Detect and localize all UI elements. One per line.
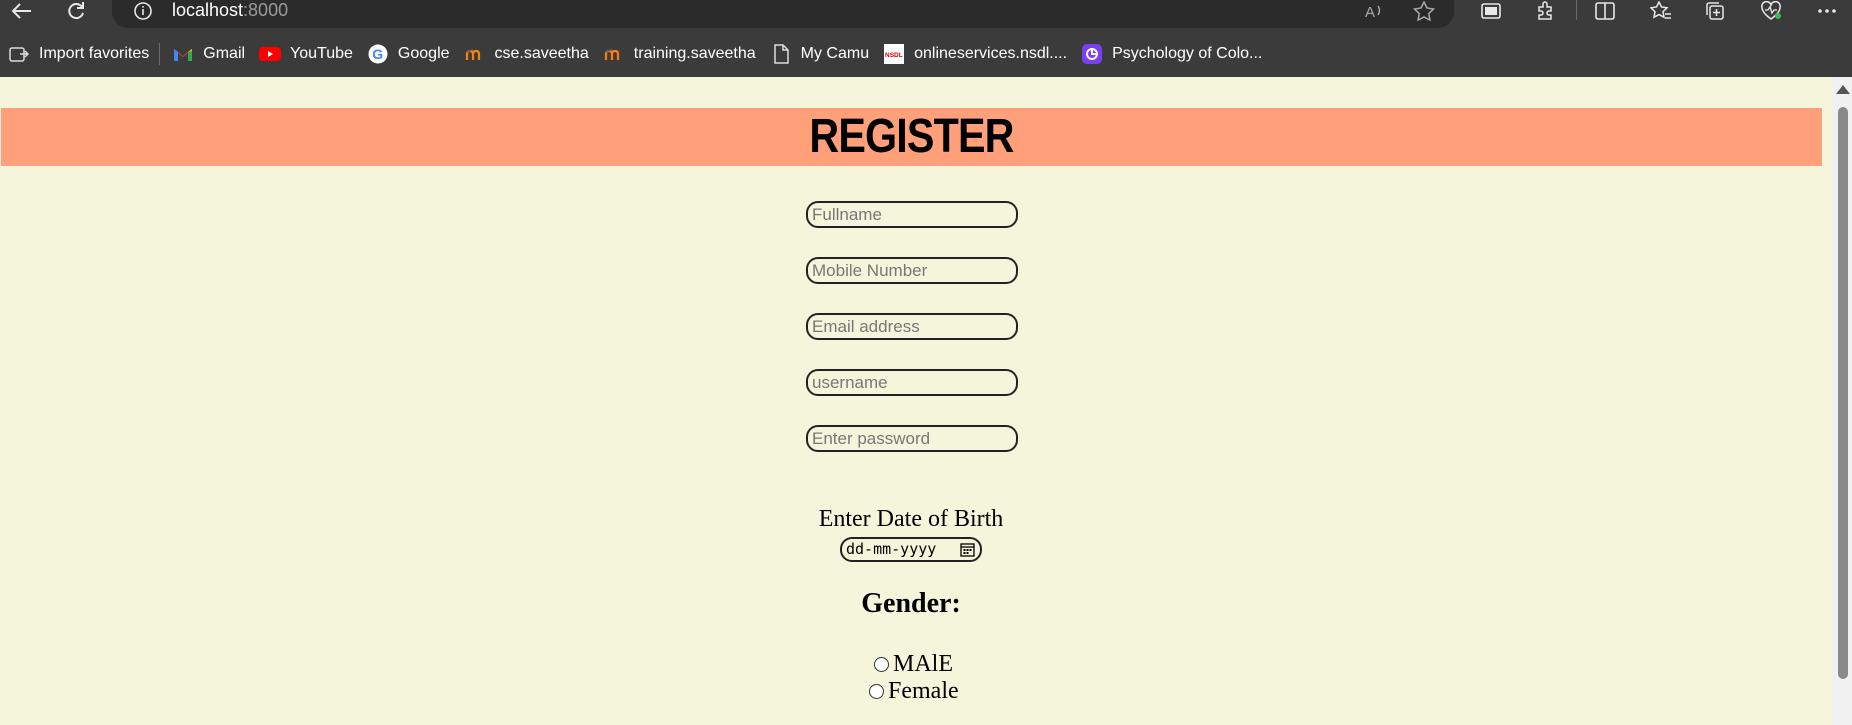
bookmarks-bar: Import favorites Gmail YouTube G Google … — [0, 30, 1852, 77]
more-menu-icon[interactable] — [1814, 0, 1840, 22]
page-scrollbar[interactable] — [1832, 77, 1852, 725]
gender-option-female[interactable]: Female — [869, 678, 959, 705]
address-bar[interactable]: localhost:8000 A — [112, 0, 1454, 28]
password-input[interactable] — [806, 425, 1018, 452]
username-input[interactable] — [806, 369, 1018, 396]
url-text[interactable]: localhost:8000 — [172, 0, 288, 22]
url-port: :8000 — [243, 0, 289, 20]
bookmark-label: training.saveetha — [633, 44, 756, 62]
read-aloud-icon[interactable]: A — [1362, 0, 1386, 22]
moodle-icon — [464, 43, 486, 65]
email-input[interactable] — [806, 313, 1018, 340]
dob-label: Enter Date of Birth — [818, 506, 1004, 532]
gender-option-label: Female — [888, 678, 959, 704]
back-icon[interactable] — [8, 0, 36, 22]
browser-essentials-icon[interactable] — [1758, 0, 1784, 22]
refresh-icon[interactable] — [62, 0, 90, 22]
bookmark-youtube[interactable]: YouTube — [255, 39, 363, 69]
site-info-icon[interactable] — [132, 0, 154, 22]
svg-text:A: A — [1365, 4, 1375, 20]
bookmark-label: Google — [397, 44, 450, 62]
bookmark-import-favorites[interactable]: Import favorites — [4, 39, 159, 69]
import-icon — [8, 43, 30, 65]
url-host: localhost — [172, 0, 244, 20]
register-header: REGISTER — [1, 108, 1822, 166]
bookmark-label: Psychology of Colo... — [1112, 44, 1263, 62]
toolbar-divider — [1576, 0, 1577, 20]
split-screen-icon[interactable] — [1592, 0, 1618, 22]
dob-date-input[interactable]: dd-mm-yyyy — [840, 537, 982, 562]
gender-option-male[interactable]: MAlE — [874, 651, 953, 678]
bookmark-label: onlineservices.nsdl.... — [914, 44, 1068, 62]
male-radio[interactable] — [874, 657, 889, 672]
dob-value: dd-mm-yyyy — [846, 540, 937, 558]
collections-icon[interactable] — [1702, 0, 1728, 22]
canva-icon — [1081, 43, 1103, 65]
page-title: REGISTER — [809, 110, 1014, 163]
bookmark-label: cse.saveetha — [494, 44, 589, 62]
gmail-icon — [172, 43, 194, 65]
svg-text:NSDL: NSDL — [885, 52, 903, 59]
extensions-icon[interactable] — [1532, 0, 1558, 22]
bookmark-separator — [159, 42, 161, 65]
bookmark-training-saveetha[interactable]: training.saveetha — [599, 39, 766, 69]
bookmark-google[interactable]: G Google — [363, 39, 460, 69]
moodle-icon — [603, 43, 625, 65]
bookmark-gmail[interactable]: Gmail — [168, 39, 255, 69]
favorite-star-icon[interactable] — [1412, 0, 1436, 22]
google-icon: G — [367, 43, 389, 65]
bookmark-psychology-of-colors[interactable]: Psychology of Colo... — [1077, 39, 1272, 69]
fullname-input[interactable] — [806, 201, 1018, 228]
scroll-up-arrow-icon[interactable] — [1836, 85, 1850, 94]
female-radio[interactable] — [869, 684, 884, 699]
bookmark-label: YouTube — [290, 44, 353, 62]
svg-text:G: G — [372, 46, 383, 62]
browser-toolbar: localhost:8000 A — [0, 0, 1852, 30]
mobile-number-input[interactable] — [806, 257, 1018, 284]
nsdl-icon: NSDL — [883, 43, 905, 65]
screenshot-icon[interactable] — [1478, 0, 1504, 22]
bookmark-label: My Camu — [800, 44, 870, 62]
gender-label: Gender: — [861, 588, 961, 619]
youtube-icon — [259, 43, 282, 65]
bookmark-nsdl[interactable]: NSDL onlineservices.nsdl.... — [879, 39, 1077, 69]
calendar-icon[interactable] — [960, 542, 975, 557]
bookmark-cse-saveetha[interactable]: cse.saveetha — [460, 39, 599, 69]
scrollbar-thumb[interactable] — [1838, 107, 1848, 679]
page-content — [0, 77, 1852, 725]
bookmark-label: Gmail — [203, 44, 246, 62]
gender-option-label: MAlE — [893, 651, 953, 677]
page-icon — [770, 43, 792, 65]
bookmark-label: Import favorites — [39, 44, 150, 62]
bookmark-my-camu[interactable]: My Camu — [766, 39, 879, 69]
favorites-icon[interactable] — [1648, 0, 1674, 22]
